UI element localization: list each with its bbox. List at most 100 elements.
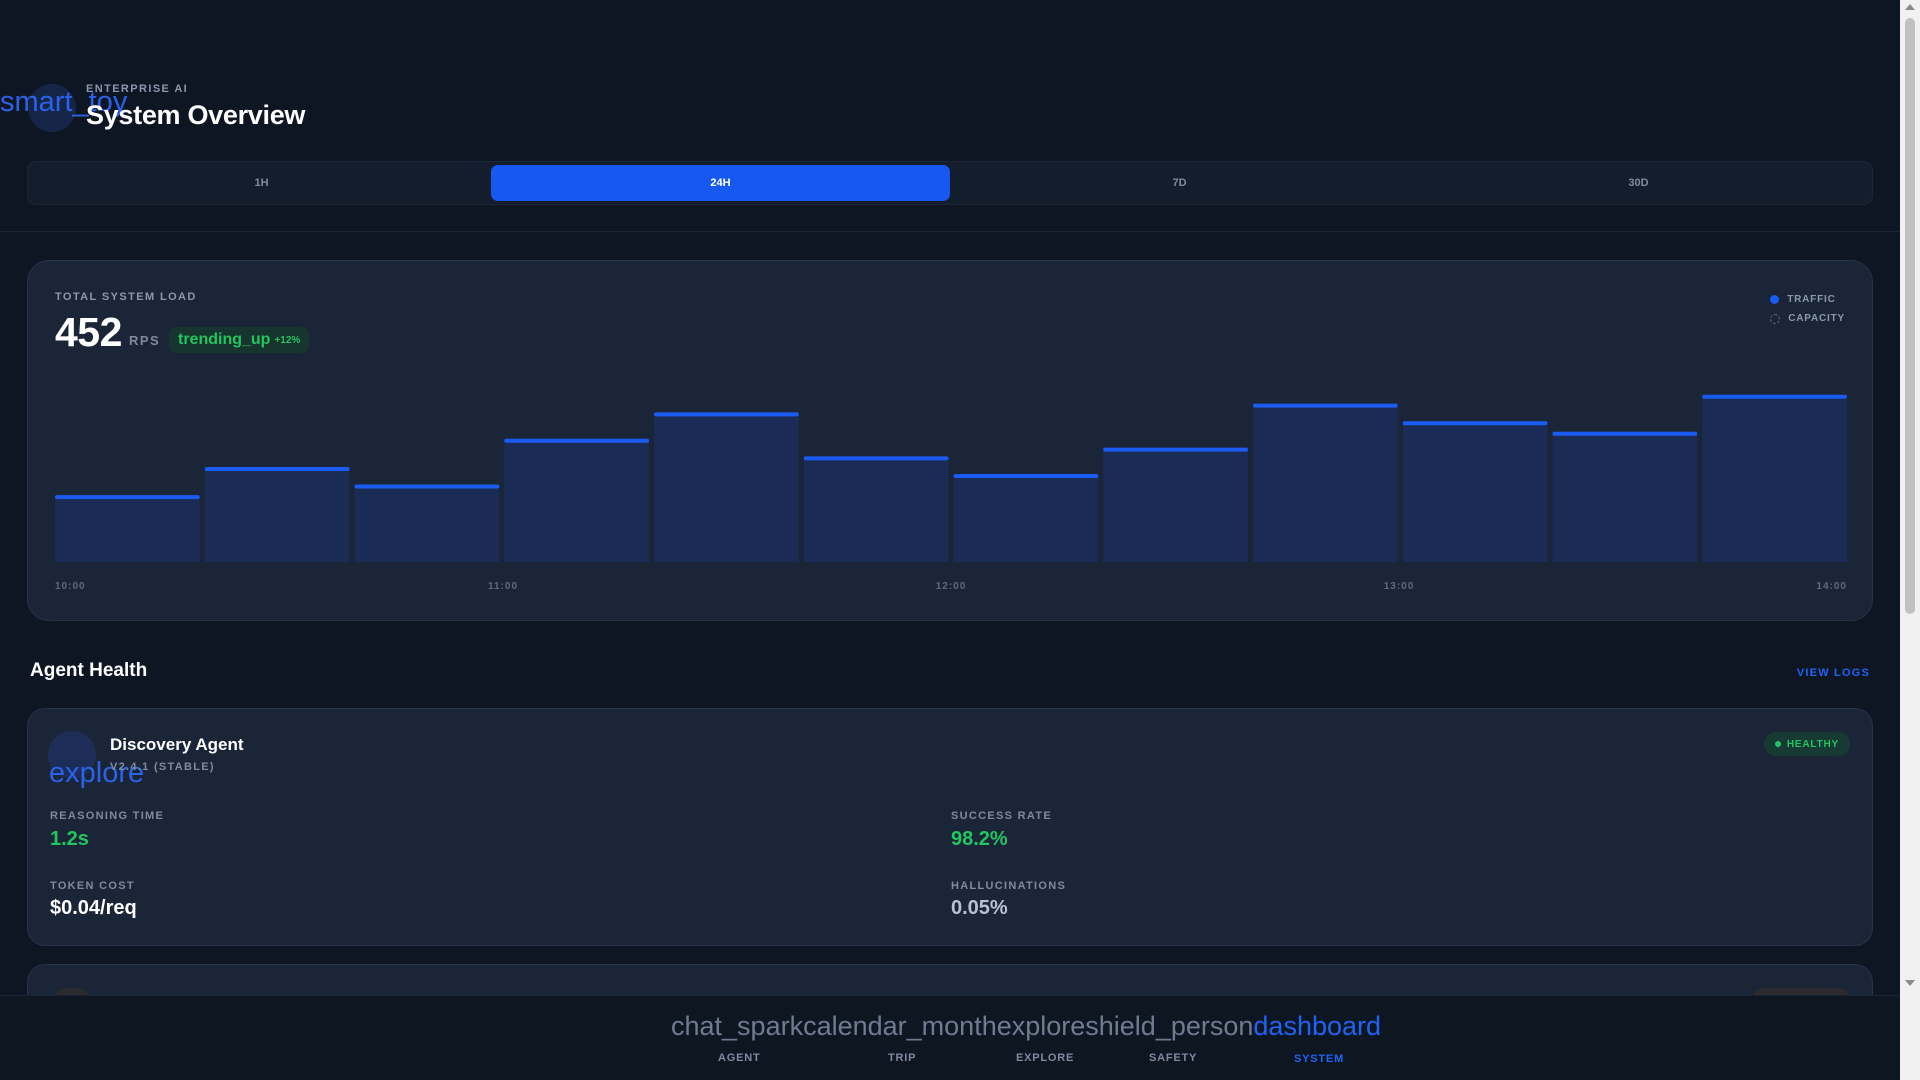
chart-bar-cap-2	[354, 484, 500, 489]
chart-bar-2	[354, 484, 500, 562]
chart-bar-fill-9	[1402, 421, 1548, 562]
range-tab-7d[interactable]: 7D	[950, 165, 1409, 201]
load-value: 452	[55, 309, 122, 355]
chart-bar-9	[1402, 421, 1548, 562]
shield-person-icon[interactable]: shield_person	[1085, 1011, 1253, 1041]
status-badge: HEALTHY	[1763, 732, 1850, 756]
range-tab-1h[interactable]: 1H	[32, 165, 491, 201]
load-bar-chart	[55, 394, 1847, 562]
explore-icon[interactable]: explore	[997, 1011, 1086, 1041]
calendar-month-icon[interactable]: calendar_month	[803, 1011, 997, 1041]
chart-bar-4	[654, 412, 799, 562]
load-label: TOTAL SYSTEM LOAD	[55, 291, 197, 303]
time-range-selector: 1H 24H 7D 30D	[27, 161, 1873, 205]
scroll-down-arrow-icon[interactable]	[1905, 980, 1915, 986]
x-tick-label: 10:00	[55, 581, 86, 592]
chart-bar-cap-0	[55, 495, 200, 500]
metric-label-success: SUCCESS RATE	[951, 810, 1052, 822]
chart-bar-3	[504, 438, 649, 562]
chart-bar-cap-9	[1402, 421, 1548, 426]
page-scrollbar[interactable]	[1900, 0, 1920, 1080]
chart-bar-fill-0	[55, 495, 200, 562]
chart-bar-fill-11	[1702, 394, 1847, 562]
metric-value-success: 98.2%	[951, 828, 1008, 850]
chart-legend: TRAFFIC CAPACITY	[1770, 290, 1845, 328]
agent-name: Discovery Agent	[110, 735, 244, 754]
chart-bar-fill-3	[504, 438, 649, 562]
trend-badge: trending_up +12%	[169, 327, 310, 353]
chart-bar-8	[1253, 403, 1398, 562]
chart-bar-11	[1702, 394, 1847, 562]
chart-bar-6	[953, 474, 1099, 562]
nav-item-trip[interactable]: TRIP	[888, 1052, 916, 1064]
scroll-up-arrow-icon[interactable]	[1905, 4, 1915, 10]
x-tick-label: 11:00	[487, 581, 519, 592]
legend-capacity-swatch	[1770, 313, 1781, 324]
legend-capacity: CAPACITY	[1770, 309, 1845, 328]
chart-bar-cap-1	[204, 466, 350, 471]
status-label: HEALTHY	[1786, 738, 1839, 750]
x-tick-label: 14:00	[1816, 581, 1847, 592]
chart-bar-cap-3	[504, 438, 649, 443]
metric-value-reasoning: 1.2s	[50, 828, 89, 850]
chat-spark-icon[interactable]: chat_spark	[671, 1011, 803, 1041]
metric-label-reasoning: REASONING TIME	[50, 810, 165, 822]
header: smart_toy ENTERPRISE AI System Overview …	[0, 0, 1900, 232]
x-tick-label: 13:00	[1383, 581, 1415, 592]
chart-bar-fill-5	[803, 456, 949, 562]
metric-label-hallucinations: HALLUCINATIONS	[951, 880, 1067, 892]
status-dot-icon	[1774, 741, 1781, 747]
chart-bar-fill-6	[953, 474, 1099, 562]
header-eyebrow: ENTERPRISE AI	[86, 83, 189, 95]
agent-health-title: Agent Health	[30, 660, 148, 681]
legend-capacity-label: CAPACITY	[1788, 313, 1845, 324]
chart-bar-5	[803, 456, 949, 562]
chart-bar-cap-11	[1702, 394, 1847, 399]
chart-bar-fill-8	[1253, 403, 1398, 562]
chart-bar-fill-4	[654, 412, 799, 562]
system-load-card: TOTAL SYSTEM LOAD 452 RPS trending_up +1…	[27, 260, 1873, 621]
page-title: System Overview	[86, 100, 306, 130]
chart-bar-cap-5	[803, 456, 949, 461]
nav-item-agent[interactable]: AGENT	[718, 1052, 761, 1064]
range-tab-30d[interactable]: 30D	[1409, 165, 1868, 201]
chart-bar-fill-7	[1103, 447, 1248, 562]
chart-bar-cap-6	[953, 474, 1099, 478]
chart-bar-cap-4	[654, 412, 799, 417]
chart-bar-10	[1552, 431, 1698, 562]
metric-label-token-cost: TOKEN COST	[50, 880, 135, 892]
dashboard-icon[interactable]: dashboard	[1253, 1011, 1381, 1041]
chart-bar-7	[1103, 447, 1248, 562]
chart-x-axis: 10:00 11:00 12:00 13:00 14:00	[55, 581, 1847, 595]
trend-value: +12%	[274, 334, 301, 346]
metric-value-token-cost: $0.04/req	[50, 897, 137, 919]
logo: smart_toy	[0, 84, 127, 132]
bottom-nav: chat_sparkcalendar_monthexploreshield_pe…	[0, 995, 1900, 1080]
chart-bar-fill-1	[204, 466, 350, 562]
chart-bar-cap-7	[1103, 447, 1248, 452]
metric-value-hallucinations: 0.05%	[951, 897, 1008, 919]
x-tick-label: 12:00	[935, 581, 967, 592]
app-root: smart_toy ENTERPRISE AI System Overview …	[0, 0, 1920, 1080]
load-unit: RPS	[129, 333, 161, 348]
chart-bar-fill-2	[354, 484, 500, 562]
nav-item-explore[interactable]: EXPLORE	[1016, 1052, 1074, 1064]
nav-icon-row: chat_sparkcalendar_monthexploreshield_pe…	[671, 1010, 1381, 1042]
agent-card-discovery[interactable]: explore Discovery Agent V2.4.1 (STABLE) …	[27, 708, 1873, 946]
range-tab-24h[interactable]: 24H	[491, 165, 950, 201]
agent-version: V2.4.1 (STABLE)	[110, 761, 215, 773]
chart-bar-fill-10	[1552, 431, 1698, 562]
scroll-thumb[interactable]	[1905, 18, 1915, 614]
chart-bar-0	[55, 495, 200, 562]
legend-traffic: TRAFFIC	[1770, 290, 1845, 309]
view-logs-link[interactable]: VIEW LOGS	[1797, 667, 1870, 679]
legend-traffic-label: TRAFFIC	[1787, 294, 1836, 305]
chart-bar-cap-10	[1552, 431, 1698, 436]
nav-item-system[interactable]: SYSTEM	[1294, 1053, 1344, 1065]
chart-bar-cap-8	[1253, 403, 1398, 408]
trending-up-icon: trending_up	[178, 331, 271, 348]
chart-bar-1	[204, 466, 350, 562]
nav-item-safety[interactable]: SAFETY	[1149, 1052, 1197, 1064]
agent-icon: explore	[48, 731, 144, 788]
legend-traffic-swatch	[1770, 295, 1780, 304]
